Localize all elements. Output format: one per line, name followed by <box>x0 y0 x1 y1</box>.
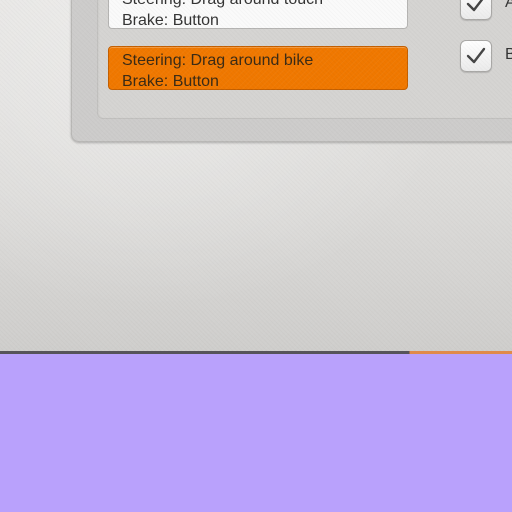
checkbox-1-label: A <box>505 0 512 11</box>
control-option-bike[interactable]: Steering: Drag around bike Brake: Button <box>108 46 408 90</box>
empty-lower-region <box>0 354 512 512</box>
checkbox-2[interactable] <box>460 40 492 72</box>
checkbox-2-label: B <box>505 46 512 63</box>
checkbox-1[interactable] <box>460 0 492 20</box>
checkmark-icon <box>466 47 486 64</box>
control-option-touch[interactable]: Steering: Drag around touch Brake: Butto… <box>108 0 408 29</box>
option-bike-steering-label: Steering: Drag around bike <box>122 52 314 69</box>
checkmark-icon <box>466 0 484 12</box>
settings-screen: Steering: Drag around touch Brake: Butto… <box>0 0 512 352</box>
option-bike-brake-label: Brake: Button <box>122 73 219 90</box>
option-touch-brake-label: Brake: Button <box>122 12 219 29</box>
option-touch-steering-label: Steering: Drag around touch <box>122 0 407 10</box>
